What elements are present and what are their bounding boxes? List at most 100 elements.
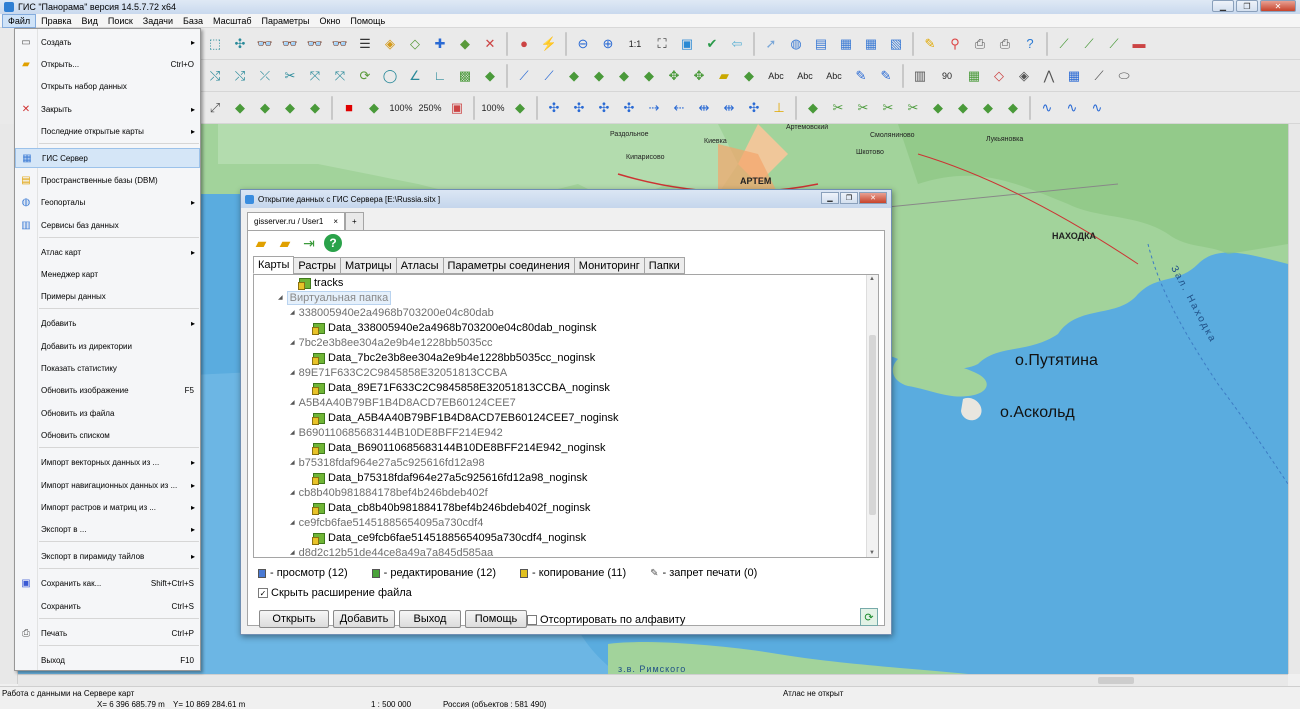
frame-tool-icon[interactable]: ▣: [446, 97, 468, 119]
tree-expander-icon[interactable]: ◢: [290, 339, 295, 346]
file-menu-item[interactable]: Обновить изображение F5: [15, 380, 200, 400]
text-abc-b-button[interactable]: Abc: [792, 65, 818, 87]
tree-expander-icon[interactable]: ◢: [278, 294, 283, 301]
tool-a-icon[interactable]: ⤢: [204, 97, 226, 119]
tree-folder-virtual[interactable]: ◢ Виртуальная папка: [278, 290, 392, 305]
circle-tool-icon[interactable]: ◯: [379, 65, 401, 87]
node-tool-h-icon[interactable]: ⇹: [718, 97, 740, 119]
file-menu-item[interactable]: Последние открытые карты ▸: [15, 121, 200, 141]
edit-tool-f-icon[interactable]: ◆: [927, 97, 949, 119]
palette-icon[interactable]: ●: [513, 33, 535, 55]
angle-tool-icon[interactable]: ∠: [404, 65, 426, 87]
diamond-b-tool-icon[interactable]: ◈: [1013, 65, 1035, 87]
menu-help[interactable]: Помощь: [345, 14, 390, 28]
menu-tasks[interactable]: Задачи: [138, 14, 178, 28]
refresh-icon[interactable]: ⟳: [860, 608, 878, 626]
file-menu-item[interactable]: Атлас карт ▸: [15, 242, 200, 262]
tree-map-item[interactable]: Data_338005940e2a4968b703200e04c80dab_no…: [312, 320, 597, 335]
tool-b-icon[interactable]: ◆: [229, 97, 251, 119]
color-edit-icon[interactable]: ◆: [363, 97, 385, 119]
object-delete-icon[interactable]: ✕: [479, 33, 501, 55]
help-icon[interactable]: ?: [324, 234, 342, 252]
area-tool-icon[interactable]: ▩: [454, 65, 476, 87]
menu-file[interactable]: Файл: [2, 13, 37, 28]
open-button[interactable]: Открыть: [259, 610, 329, 628]
text-abc-c-button[interactable]: Abc: [821, 65, 847, 87]
tree-expander-icon[interactable]: ◢: [290, 459, 295, 466]
tree-map-item[interactable]: Data_ce9fcb6fae51451885654095a730cdf4_no…: [312, 530, 586, 545]
file-menu-item[interactable]: Примеры данных: [15, 286, 200, 306]
curve-tool-b-icon[interactable]: ∿: [1061, 97, 1083, 119]
file-menu-item[interactable]: ▦ ГИС Сервер: [15, 148, 200, 168]
edit-node-c-icon[interactable]: ⤫: [254, 65, 276, 87]
brush-icon[interactable]: ✎: [919, 33, 941, 55]
tab-matrices[interactable]: Матрицы: [340, 257, 397, 274]
draw-object-icon[interactable]: ◆: [563, 65, 585, 87]
maps-tree[interactable]: tracks ◢ Виртуальная папка ◢ 338005940e2a496…: [253, 274, 879, 558]
cut-node-icon[interactable]: ✂: [279, 65, 301, 87]
file-menu-item[interactable]: ▣ Сохранить как... Shift+Ctrl+S: [15, 573, 200, 593]
tree-expander-icon[interactable]: ◢: [290, 399, 295, 406]
edit-tool-c-icon[interactable]: ✂: [852, 97, 874, 119]
draw-line-icon[interactable]: ⟋: [513, 65, 535, 87]
zoom-window-icon[interactable]: ▣: [676, 33, 698, 55]
tree-map-item[interactable]: Data_b75318fdaf964e27a5c925616fd12a98_no…: [312, 470, 587, 485]
menu-parameters[interactable]: Параметры: [256, 14, 314, 28]
tree-scroll-thumb[interactable]: [869, 335, 876, 515]
add-button[interactable]: Добавить: [333, 610, 395, 628]
edit-tool-a-icon[interactable]: ◆: [802, 97, 824, 119]
zoom-extent-icon[interactable]: ⛶: [651, 33, 673, 55]
node-tool-i-icon[interactable]: ✣: [743, 97, 765, 119]
globe-icon[interactable]: ◍: [785, 33, 807, 55]
window-map-b-icon[interactable]: ▦: [860, 33, 882, 55]
ellipse-tool-icon[interactable]: ⬭: [1113, 65, 1135, 87]
file-menu-item[interactable]: Импорт векторных данных из ... ▸: [15, 452, 200, 472]
map-vertical-scrollbar[interactable]: [1288, 124, 1300, 674]
draw-object-b-icon[interactable]: ◆: [588, 65, 610, 87]
curve-tool-a-icon[interactable]: ∿: [1036, 97, 1058, 119]
tree-map-item[interactable]: Data_B690110685683144B10DE8BFF214E942_no…: [312, 440, 605, 455]
draw-object-h-icon[interactable]: ◆: [738, 65, 760, 87]
draw-object-f-icon[interactable]: ✥: [688, 65, 710, 87]
scale-100-b-button[interactable]: 100%: [480, 97, 506, 119]
file-menu-item[interactable]: Открыть набор данных: [15, 76, 200, 96]
edit-tool-h-icon[interactable]: ◆: [977, 97, 999, 119]
tab-close-icon[interactable]: ×: [333, 217, 338, 226]
grid-tool-icon[interactable]: ▦: [963, 65, 985, 87]
file-menu-item[interactable]: Добавить ▸: [15, 313, 200, 333]
zoom-in-icon[interactable]: ⊕: [597, 33, 619, 55]
exit-button[interactable]: Выход: [399, 610, 461, 628]
color-fill-icon[interactable]: ■: [338, 97, 360, 119]
tree-map-item[interactable]: Data_89E71F633C2C9845858E32051813CCBA_no…: [312, 380, 610, 395]
file-menu-item[interactable]: Импорт растров и матриц из ... ▸: [15, 497, 200, 517]
minimize-button[interactable]: ▁: [1212, 0, 1234, 12]
node-tool-c-icon[interactable]: ✣: [593, 97, 615, 119]
scroll-down-icon[interactable]: ▼: [869, 550, 875, 556]
node-tool-f-icon[interactable]: ⇠: [668, 97, 690, 119]
binoculars-a-icon[interactable]: 👓: [279, 33, 301, 55]
curve-tool-c-icon[interactable]: ∿: [1086, 97, 1108, 119]
edit-tool-e-icon[interactable]: ✂: [902, 97, 924, 119]
tree-map-item[interactable]: Data_cb8b40b981884178bef4b246bdeb402f_no…: [312, 500, 590, 515]
tab-folders[interactable]: Папки: [643, 257, 685, 274]
tree-folder[interactable]: ◢ cb8b40b981884178bef4b246bdeb402f: [290, 485, 488, 500]
file-menu-item[interactable]: Импорт навигационных данных из ... ▸: [15, 475, 200, 495]
ruler-icon[interactable]: ▥: [909, 65, 931, 87]
object-edit-icon[interactable]: ◇: [404, 33, 426, 55]
pointer-icon[interactable]: ➚: [760, 33, 782, 55]
tree-folder[interactable]: ◢ 338005940e2a4968b703200e04c80dab: [290, 305, 494, 320]
scale-250-button[interactable]: 250%: [417, 97, 443, 119]
tree-item-tracks[interactable]: tracks: [298, 275, 343, 290]
tree-map-item[interactable]: Data_A5B4A40B79BF1B4D8ACD7EB60124CEE7_no…: [312, 410, 618, 425]
draw-line-b-icon[interactable]: ⟋: [538, 65, 560, 87]
tree-folder[interactable]: ◢ A5B4A40B79BF1B4D8ACD7EB60124CEE7: [290, 395, 516, 410]
checkbox-unchecked[interactable]: [527, 615, 537, 625]
tab-server-connection[interactable]: gisserver.ru / User1 ×: [247, 212, 346, 230]
help-pointer-icon[interactable]: ?: [1019, 33, 1041, 55]
crosshair-icon[interactable]: ✣: [229, 33, 251, 55]
binoculars-icon[interactable]: 👓: [254, 33, 276, 55]
menu-edit[interactable]: Правка: [36, 14, 76, 28]
tree-expander-icon[interactable]: ◢: [290, 549, 295, 556]
draw-object-g-icon[interactable]: ▰: [713, 65, 735, 87]
edit-tool-d-icon[interactable]: ✂: [877, 97, 899, 119]
